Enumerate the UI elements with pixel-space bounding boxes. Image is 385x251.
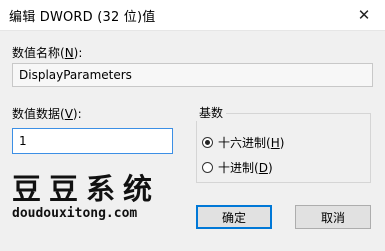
value-data-input[interactable]: 1 (12, 128, 173, 154)
ok-button[interactable]: 确定 (196, 205, 272, 229)
watermark-url: doudouxitong.com (12, 206, 138, 221)
edit-dword-dialog: 编辑 DWORD (32 位)值 ✕ 数值名称(N): DisplayParam… (0, 0, 385, 251)
value-name-label: 数值名称(N): (12, 46, 83, 60)
cancel-button[interactable]: 取消 (295, 205, 371, 229)
watermark-text: 豆豆系统 (12, 172, 161, 206)
value-name-field[interactable]: DisplayParameters (12, 63, 373, 87)
radio-decimal[interactable]: 十进制(D) (202, 159, 273, 176)
radio-decimal-label: 十进制(D) (218, 161, 273, 175)
title-bar[interactable]: 编辑 DWORD (32 位)值 ✕ (0, 0, 385, 31)
dialog-title: 编辑 DWORD (32 位)值 (9, 10, 156, 25)
close-icon[interactable]: ✕ (351, 3, 377, 27)
radio-hexadecimal-label: 十六进制(H) (218, 136, 285, 150)
radio-unchecked-icon[interactable] (202, 162, 213, 173)
base-groupbox-title: 基数 (196, 104, 227, 121)
value-data-label: 数值数据(V): (12, 107, 82, 121)
radio-checked-icon[interactable] (202, 137, 213, 148)
radio-hexadecimal[interactable]: 十六进制(H) (202, 134, 284, 151)
